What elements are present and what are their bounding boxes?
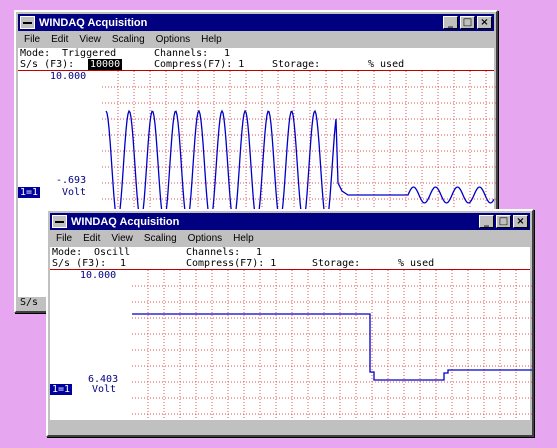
mode-label: Mode: (52, 247, 83, 258)
storage-suffix: % used (398, 258, 435, 269)
unit-label: Volt (62, 187, 87, 198)
mode-value: Oscill (94, 247, 131, 258)
minimize-icon[interactable]: _ (479, 215, 494, 228)
storage-label: Storage: (272, 59, 321, 70)
waveform-area: 10.000 6.403 1=1 Volt (50, 269, 532, 420)
unit-label: Volt (92, 384, 117, 395)
back-window-titlebar[interactable]: WINDAQ Acquisition _ □ × (18, 14, 494, 31)
channel-indicator[interactable]: 1=1 (18, 187, 41, 198)
system-menu-icon[interactable] (52, 215, 67, 228)
system-menu-icon[interactable] (20, 16, 35, 29)
sps-label: S/s (F3): (20, 59, 75, 70)
menu-file[interactable]: File (56, 233, 72, 244)
status-panel: Mode: Oscill Channels: 1 S/s (F3): 1 Com… (50, 247, 530, 269)
mode-label: Mode: (20, 48, 51, 59)
window-title: WINDAQ Acquisition (71, 215, 180, 228)
menu-bar: File Edit View Scaling Options Help (50, 231, 530, 246)
menu-edit[interactable]: Edit (51, 34, 68, 45)
waveform-trace (132, 313, 532, 381)
status-panel: Mode: Triggered Channels: 1 S/s (F3): 10… (18, 48, 494, 70)
channels-value: 1 (224, 48, 231, 59)
menu-scaling[interactable]: Scaling (144, 233, 177, 244)
scale-labels: 10.000 6.403 1=1 Volt (50, 270, 132, 420)
sps-label: S/s (F3): (52, 258, 107, 269)
menu-view[interactable]: View (111, 233, 133, 244)
menu-help[interactable]: Help (233, 233, 254, 244)
front-window[interactable]: WINDAQ Acquisition _ □ × File Edit View … (46, 209, 534, 437)
maximize-icon[interactable]: □ (496, 215, 511, 228)
status-bar-text: S/s (20, 297, 39, 308)
channels-label: Channels: (186, 247, 241, 258)
waveform-plot (132, 270, 532, 420)
close-icon[interactable]: × (477, 16, 492, 29)
storage-label: Storage: (312, 258, 361, 269)
sps-value[interactable]: 1 (120, 258, 126, 269)
menu-bar: File Edit View Scaling Options Help (18, 32, 494, 47)
maximize-icon[interactable]: □ (460, 16, 475, 29)
top-scale-value: 10.000 (50, 71, 87, 82)
top-scale-value: 10.000 (80, 270, 117, 281)
grid (132, 270, 532, 420)
bottom-scale-value: -.693 (56, 175, 87, 186)
minimize-icon[interactable]: _ (443, 16, 458, 29)
compress-label: Compress(F7): 1 (154, 59, 245, 70)
mode-value: Triggered (62, 48, 117, 59)
waveform-trace (105, 109, 495, 223)
compress-label: Compress(F7): 1 (186, 258, 277, 269)
menu-file[interactable]: File (24, 34, 40, 45)
menu-view[interactable]: View (79, 34, 101, 45)
menu-edit[interactable]: Edit (83, 233, 100, 244)
sps-value[interactable]: 10000 (88, 59, 123, 70)
menu-scaling[interactable]: Scaling (112, 34, 145, 45)
menu-options[interactable]: Options (188, 233, 222, 244)
front-window-titlebar[interactable]: WINDAQ Acquisition _ □ × (50, 213, 530, 230)
storage-suffix: % used (368, 59, 405, 70)
window-title: WINDAQ Acquisition (39, 16, 148, 29)
channels-label: Channels: (154, 48, 209, 59)
menu-options[interactable]: Options (156, 34, 190, 45)
channels-value: 1 (256, 247, 263, 258)
menu-help[interactable]: Help (201, 34, 222, 45)
close-icon[interactable]: × (513, 215, 528, 228)
channel-indicator[interactable]: 1=1 (50, 384, 73, 395)
